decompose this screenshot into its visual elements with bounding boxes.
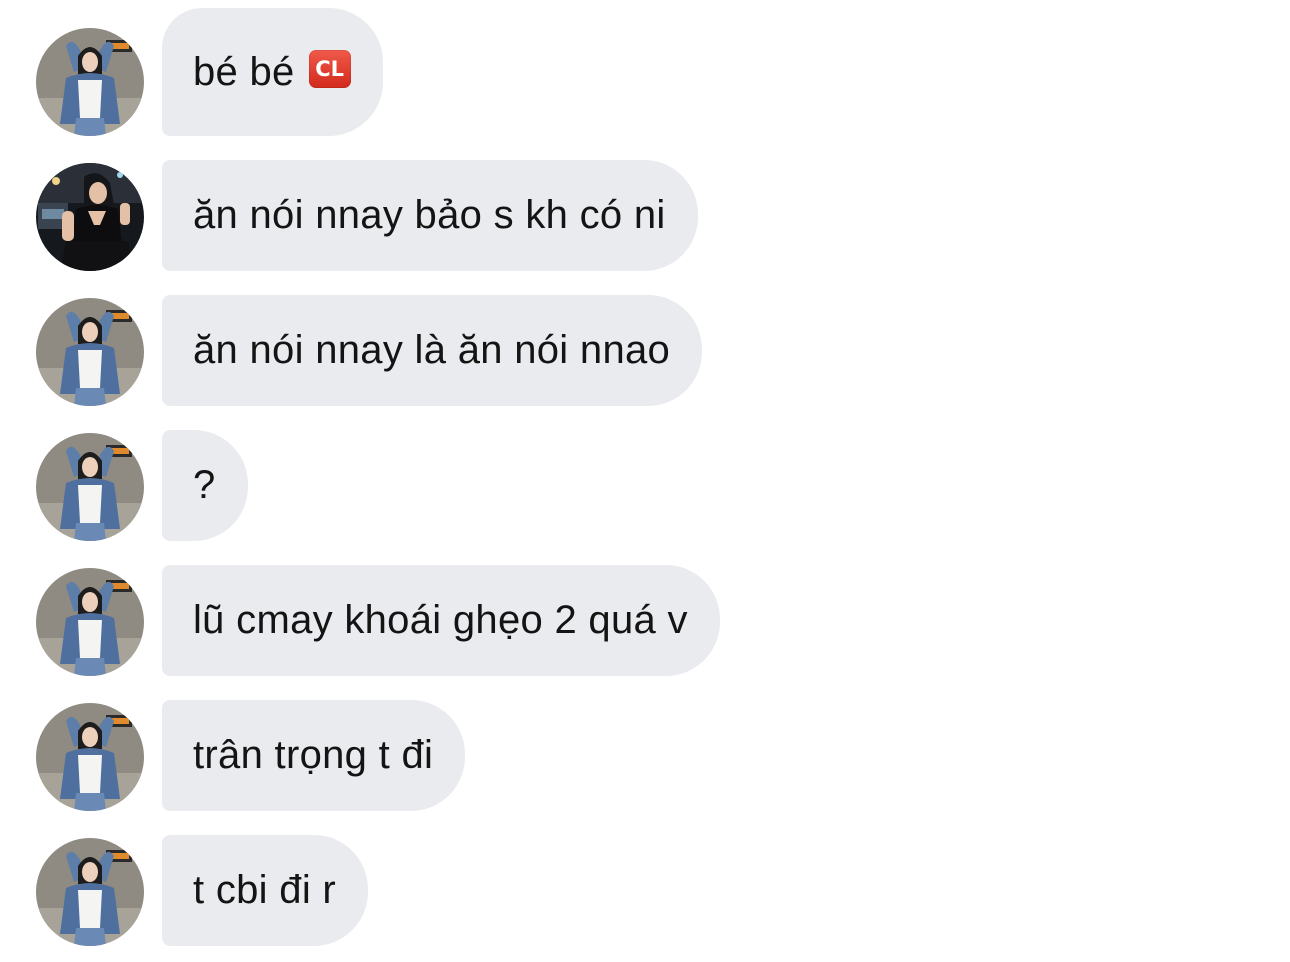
message-bubble[interactable]: trân trọng t đi — [162, 700, 466, 811]
avatar[interactable] — [36, 28, 144, 136]
message-text: t cbi đi r — [193, 868, 337, 912]
avatar[interactable] — [36, 703, 144, 811]
message-row: ăn nói nnay là ăn nói nnao — [0, 295, 1290, 406]
message-thread: bé bé CL ăn nói nnay bảo s kh có ni ăn n… — [0, 0, 1290, 962]
message-bubble[interactable]: bé bé CL — [162, 8, 383, 136]
avatar[interactable] — [36, 163, 144, 271]
avatar[interactable] — [36, 838, 144, 946]
message-bubble[interactable]: lũ cmay khoái ghẹo 2 quá v — [162, 565, 720, 676]
message-text: ăn nói nnay bảo s kh có ni — [193, 193, 666, 237]
profile-photo-icon — [36, 568, 144, 676]
message-text: trân trọng t đi — [193, 733, 434, 777]
squared-cl-emoji-icon: CL — [308, 50, 351, 88]
avatar[interactable] — [36, 298, 144, 406]
profile-photo-icon — [36, 838, 144, 946]
profile-photo-icon — [36, 163, 144, 271]
message-bubble[interactable]: ăn nói nnay bảo s kh có ni — [162, 160, 698, 271]
message-text: ? — [193, 463, 216, 507]
profile-photo-icon — [36, 703, 144, 811]
message-row: t cbi đi r — [0, 835, 1290, 946]
message-row: ăn nói nnay bảo s kh có ni — [0, 160, 1290, 271]
profile-photo-icon — [36, 433, 144, 541]
message-bubble[interactable]: t cbi đi r — [162, 835, 369, 946]
message-row: lũ cmay khoái ghẹo 2 quá v — [0, 565, 1290, 676]
message-text: bé bé — [193, 49, 295, 94]
message-row: trân trọng t đi — [0, 700, 1290, 811]
message-text: ăn nói nnay là ăn nói nnao — [193, 328, 671, 372]
profile-photo-icon — [36, 28, 144, 136]
message-row: ? — [0, 430, 1290, 541]
avatar[interactable] — [36, 433, 144, 541]
avatar[interactable] — [36, 568, 144, 676]
profile-photo-icon — [36, 298, 144, 406]
message-bubble[interactable]: ? — [162, 430, 248, 541]
message-bubble[interactable]: ăn nói nnay là ăn nói nnao — [162, 295, 703, 406]
message-row: bé bé CL — [0, 8, 1290, 136]
message-text: lũ cmay khoái ghẹo 2 quá v — [193, 598, 688, 642]
